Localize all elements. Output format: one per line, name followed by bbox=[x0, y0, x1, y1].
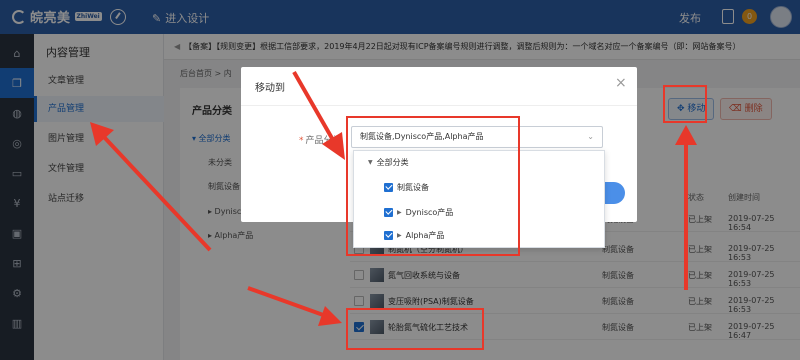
arrow-head bbox=[322, 132, 345, 160]
annotation-arrows bbox=[90, 71, 697, 326]
arrow-to-row bbox=[247, 286, 327, 318]
arrow-to-sidebar bbox=[102, 135, 212, 252]
arrow-to-dropdown bbox=[292, 71, 335, 141]
arrow-head bbox=[675, 125, 697, 145]
arrow-head bbox=[318, 306, 342, 326]
